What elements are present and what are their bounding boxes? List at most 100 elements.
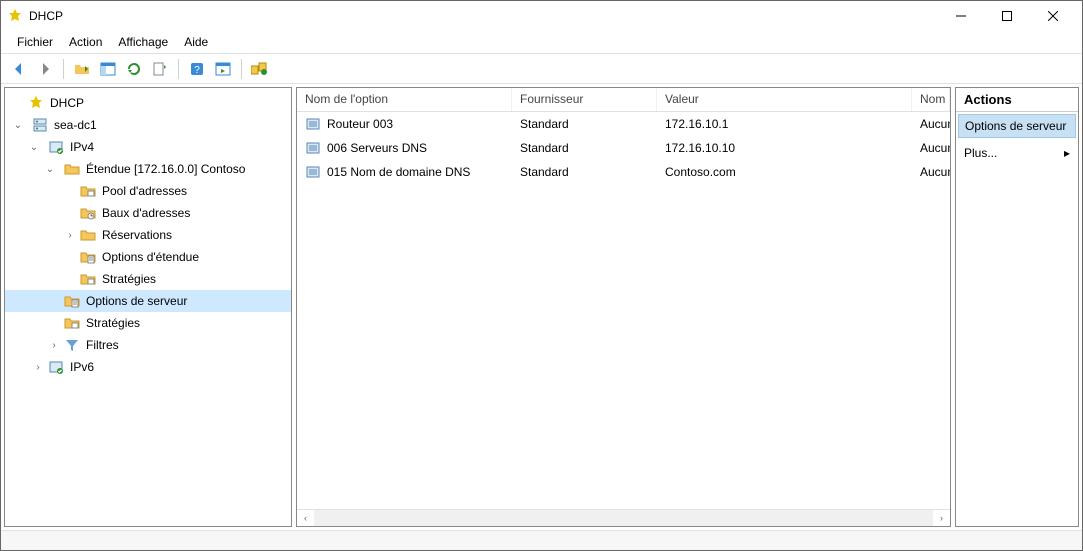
expand-icon[interactable]: › <box>47 338 61 352</box>
scope-folder-icon <box>63 160 81 178</box>
expand-icon[interactable]: › <box>63 228 77 242</box>
tree-label: sea-dc1 <box>51 118 100 132</box>
titlebar: DHCP <box>1 1 1082 31</box>
tree-ipv4[interactable]: ⌄ IPv4 <box>5 136 291 158</box>
pool-icon <box>79 182 97 200</box>
tree-label: IPv4 <box>67 140 97 154</box>
refresh-button[interactable] <box>122 57 146 81</box>
tree-label: Stratégies <box>99 272 159 286</box>
action-pane-button[interactable] <box>211 57 235 81</box>
tree-pool[interactable]: Pool d'adresses <box>5 180 291 202</box>
tree-server-strategies[interactable]: Stratégies <box>5 312 291 334</box>
tree-label: Options d'étendue <box>99 250 202 264</box>
actions-more-label: Plus... <box>964 146 997 160</box>
maximize-button[interactable] <box>984 1 1030 31</box>
menu-bar: Fichier Action Affichage Aide <box>1 31 1082 53</box>
scroll-right-icon[interactable]: › <box>933 510 950 527</box>
ipv6-icon <box>47 358 65 376</box>
reservations-icon <box>79 226 97 244</box>
collapse-icon[interactable]: ⌄ <box>43 162 57 176</box>
list-row[interactable]: 006 Serveurs DNS Standard 172.16.10.10 A… <box>297 136 950 160</box>
tree-scope-options[interactable]: Options d'étendue <box>5 246 291 268</box>
collapse-icon[interactable]: ⌄ <box>27 140 41 154</box>
option-icon <box>305 116 321 132</box>
dhcp-root-icon <box>27 94 45 112</box>
scroll-left-icon[interactable]: ‹ <box>297 510 314 527</box>
tree-label: Pool d'adresses <box>99 184 190 198</box>
cell-strategy: Aucune <box>920 117 950 131</box>
minimize-button[interactable] <box>938 1 984 31</box>
tree-scope[interactable]: ⌄ Étendue [172.16.0.0] Contoso <box>5 158 291 180</box>
cell-name: 006 Serveurs DNS <box>327 141 427 155</box>
up-button[interactable] <box>70 57 94 81</box>
chevron-right-icon: ▸ <box>1064 146 1070 160</box>
cell-vendor: Standard <box>520 141 569 155</box>
actions-selected[interactable]: Options de serveur <box>958 114 1076 138</box>
list-header: Nom de l'option Fournisseur Valeur Nom d… <box>297 88 950 112</box>
tree-scope-strategies[interactable]: Stratégies <box>5 268 291 290</box>
cell-value: 172.16.10.1 <box>665 117 728 131</box>
tree-filters[interactable]: › Filtres <box>5 334 291 356</box>
actions-more[interactable]: Plus... ▸ <box>956 140 1078 166</box>
tree-server-options[interactable]: Options de serveur <box>5 290 291 312</box>
show-hide-tree-button[interactable] <box>96 57 120 81</box>
tree-label: Réservations <box>99 228 175 242</box>
tree-reservations[interactable]: › Réservations <box>5 224 291 246</box>
tree-label: Stratégies <box>83 316 143 330</box>
close-button[interactable] <box>1030 1 1076 31</box>
strategies-icon <box>79 270 97 288</box>
option-icon <box>305 164 321 180</box>
toolbar: ? <box>1 54 1082 84</box>
list-row[interactable]: 015 Nom de domaine DNS Standard Contoso.… <box>297 160 950 184</box>
list-body: Routeur 003 Standard 172.16.10.1 Aucune … <box>297 112 950 509</box>
window-title: DHCP <box>29 9 938 23</box>
tree-label: Étendue [172.16.0.0] Contoso <box>83 162 248 176</box>
header-strategy[interactable]: Nom de la str <box>912 88 950 111</box>
header-value[interactable]: Valeur <box>657 88 912 111</box>
main: DHCP ⌄ sea-dc1 ⌄ IPv4 <box>1 84 1082 530</box>
tree-ipv6[interactable]: › IPv6 <box>5 356 291 378</box>
forward-button[interactable] <box>33 57 57 81</box>
tree-label: Filtres <box>83 338 122 352</box>
scope-options-icon <box>79 248 97 266</box>
filter-icon <box>63 336 81 354</box>
horizontal-scrollbar[interactable]: ‹ › <box>297 509 950 526</box>
menu-help[interactable]: Aide <box>178 33 214 51</box>
list-pane: Nom de l'option Fournisseur Valeur Nom d… <box>296 87 951 527</box>
tree-label: Options de serveur <box>83 294 190 308</box>
cell-strategy: Aucune <box>920 165 950 179</box>
option-icon <box>305 140 321 156</box>
menu-view[interactable]: Affichage <box>112 33 174 51</box>
cell-vendor: Standard <box>520 117 569 131</box>
menu-file[interactable]: Fichier <box>11 33 59 51</box>
menu-action[interactable]: Action <box>63 33 108 51</box>
status-bar <box>1 530 1082 550</box>
actions-pane: Actions Options de serveur Plus... ▸ <box>955 87 1079 527</box>
cell-value: 172.16.10.10 <box>665 141 735 155</box>
list-row[interactable]: Routeur 003 Standard 172.16.10.1 Aucune <box>297 112 950 136</box>
header-vendor[interactable]: Fournisseur <box>512 88 657 111</box>
back-button[interactable] <box>7 57 31 81</box>
header-name[interactable]: Nom de l'option <box>297 88 512 111</box>
blank-toggle <box>11 96 25 110</box>
expand-icon[interactable]: › <box>31 360 45 374</box>
tree[interactable]: DHCP ⌄ sea-dc1 ⌄ IPv4 <box>5 88 291 382</box>
scroll-track[interactable] <box>314 510 933 527</box>
leases-icon <box>79 204 97 222</box>
cell-value: Contoso.com <box>665 165 736 179</box>
tree-root-dhcp[interactable]: DHCP <box>5 92 291 114</box>
actions-header: Actions <box>956 88 1078 112</box>
tree-pane: DHCP ⌄ sea-dc1 ⌄ IPv4 <box>4 87 292 527</box>
tree-leases[interactable]: Baux d'adresses <box>5 202 291 224</box>
export-button[interactable] <box>148 57 172 81</box>
cell-vendor: Standard <box>520 165 569 179</box>
svg-text:?: ? <box>194 65 200 76</box>
dhcp-servers-button[interactable] <box>248 57 272 81</box>
dhcp-app-icon <box>7 8 23 24</box>
tree-server[interactable]: ⌄ sea-dc1 <box>5 114 291 136</box>
collapse-icon[interactable]: ⌄ <box>11 118 25 132</box>
server-options-icon <box>63 292 81 310</box>
help-button[interactable]: ? <box>185 57 209 81</box>
tree-label: DHCP <box>47 96 87 110</box>
cell-strategy: Aucune <box>920 141 950 155</box>
